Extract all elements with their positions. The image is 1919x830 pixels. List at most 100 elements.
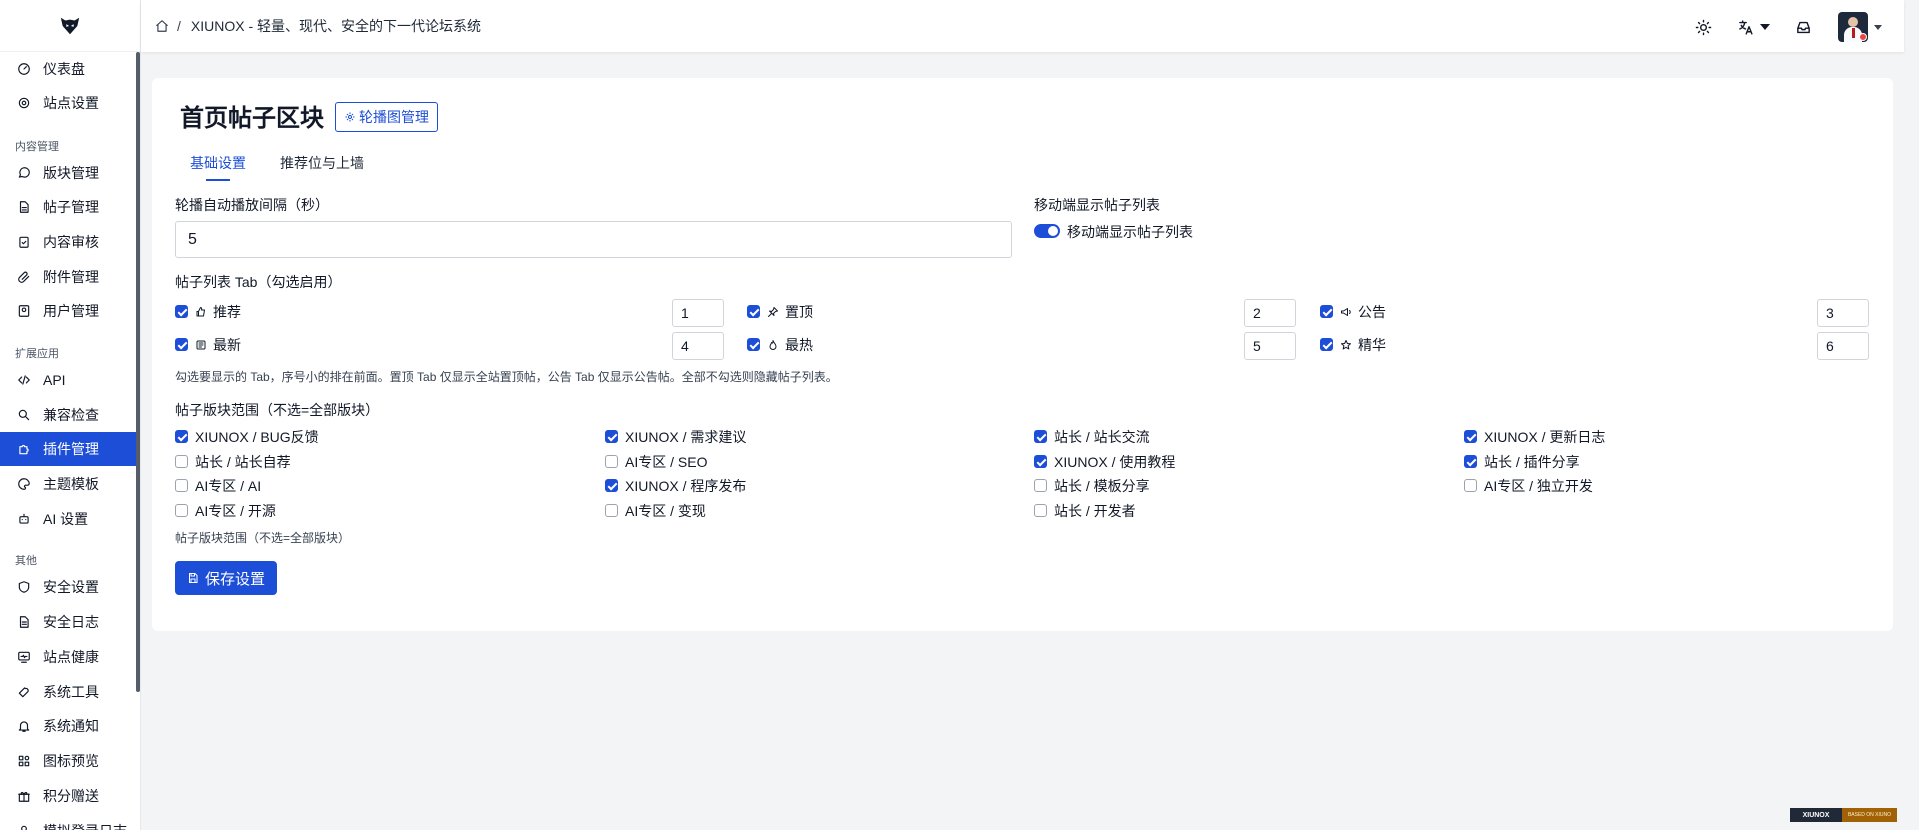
tab-item-label: 精华: [1358, 337, 1386, 353]
board-checkbox[interactable]: [175, 479, 188, 492]
sidebar-item-boards[interactable]: 版块管理: [0, 156, 136, 190]
board-checkbox[interactable]: [605, 455, 618, 468]
sidebar-item-system-tools[interactable]: 系统工具: [0, 675, 136, 709]
board-checkbox[interactable]: [1034, 504, 1047, 517]
board-checkbox[interactable]: [175, 455, 188, 468]
tab-basic-settings[interactable]: 基础设置: [190, 153, 246, 181]
tab-order-hot[interactable]: [1244, 332, 1296, 360]
sidebar-item-label: 站点健康: [43, 649, 99, 665]
sidebar-item-label: 仪表盘: [43, 61, 85, 77]
powered-by-badge[interactable]: XIUNOX BASED ON XIUNO: [1790, 808, 1897, 822]
monitor-heart-icon: [17, 650, 31, 664]
sidebar: 仪表盘 站点设置 内容管理 版块管理 帖子管理 内容审核 附件管理 用户管理 扩…: [0, 0, 141, 830]
sidebar-item-security-settings[interactable]: 安全设置: [0, 570, 136, 604]
tab-order-pinned[interactable]: [1244, 299, 1296, 327]
puzzle-icon: [17, 442, 31, 456]
thumbs-up-icon: [195, 306, 207, 318]
sidebar-item-review[interactable]: 内容审核: [0, 225, 136, 259]
board-checkbox[interactable]: [1034, 479, 1047, 492]
board-checkbox[interactable]: [175, 504, 188, 517]
tab-item-announcement: 公告: [1340, 302, 1386, 322]
home-icon[interactable]: [155, 19, 169, 33]
sidebar-item-label: API: [43, 372, 66, 388]
board-checkbox[interactable]: [1464, 430, 1477, 443]
sidebar-scrollbar[interactable]: [136, 52, 140, 692]
avatar[interactable]: [1838, 12, 1868, 42]
sidebar-item-posts[interactable]: 帖子管理: [0, 190, 136, 224]
save-icon: [189, 573, 198, 583]
language-icon[interactable]: [1736, 18, 1754, 36]
tab-item-label: 置顶: [785, 304, 813, 320]
sidebar-item-api[interactable]: API: [0, 363, 136, 397]
sidebar-item-compat-check[interactable]: 兼容检查: [0, 398, 136, 432]
sidebar-item-site-settings[interactable]: 站点设置: [0, 86, 136, 120]
user-icon: [17, 824, 31, 830]
tab-list-label: 帖子列表 Tab（勾选启用）: [175, 274, 342, 290]
interval-input[interactable]: [175, 221, 1012, 258]
tab-checkbox-featured[interactable]: [1320, 338, 1333, 351]
board-label: XIUNOX / 程序发布: [625, 478, 747, 494]
breadcrumb-title[interactable]: XIUNOX - 轻量、现代、安全的下一代论坛系统: [191, 16, 481, 36]
pin-icon: [767, 306, 779, 318]
dashboard-icon: [17, 62, 31, 76]
tab-order-featured[interactable]: [1817, 332, 1869, 360]
badge-left: XIUNOX: [1790, 808, 1842, 822]
board-checkbox[interactable]: [1464, 455, 1477, 468]
board-checkbox[interactable]: [1464, 479, 1477, 492]
sidebar-item-site-health[interactable]: 站点健康: [0, 640, 136, 674]
sidebar-item-mock-login-log[interactable]: 模拟登录日志: [0, 814, 136, 830]
sidebar-item-system-notify[interactable]: 系统通知: [0, 709, 136, 743]
save-button-label: 保存设置: [205, 570, 266, 588]
inbox-icon[interactable]: [1794, 18, 1812, 36]
sidebar-item-ai-settings[interactable]: AI 设置: [0, 502, 136, 536]
tab-order-recommend[interactable]: [672, 299, 724, 327]
status-dot: [1859, 33, 1867, 41]
board-checkbox[interactable]: [605, 504, 618, 517]
mobile-list-toggle[interactable]: [1034, 224, 1060, 238]
user-card-icon: [17, 304, 31, 318]
tab-item-recommend: 推荐: [195, 302, 241, 322]
tab-item-label: 最热: [785, 337, 813, 353]
tab-checkbox-recommend[interactable]: [175, 305, 188, 318]
board-checkbox[interactable]: [1034, 455, 1047, 468]
tab-checkbox-announcement[interactable]: [1320, 305, 1333, 318]
log-icon: [17, 615, 31, 629]
sidebar-item-themes[interactable]: 主题模板: [0, 467, 136, 501]
sidebar-item-attachments[interactable]: 附件管理: [0, 260, 136, 294]
shield-icon: [17, 580, 31, 594]
sidebar-item-label: 站点设置: [43, 95, 99, 111]
board-label: AI专区 / 独立开发: [1484, 478, 1593, 494]
code-icon: [17, 373, 31, 387]
tab-checkbox-latest[interactable]: [175, 338, 188, 351]
user-menu-caret[interactable]: [1874, 24, 1882, 30]
page-title: 首页帖子区块: [180, 105, 324, 132]
tab-order-announcement[interactable]: [1817, 299, 1869, 327]
board-checkbox[interactable]: [605, 430, 618, 443]
tab-hint: 勾选要显示的 Tab，序号小的排在前面。置顶 Tab 仅显示全站置顶帖，公告 T…: [175, 370, 838, 384]
board-checkbox[interactable]: [605, 479, 618, 492]
newspaper-icon: [195, 339, 207, 351]
logo[interactable]: [0, 0, 140, 52]
sidebar-item-icon-preview[interactable]: 图标预览: [0, 744, 136, 778]
tab-checkbox-pinned[interactable]: [747, 305, 760, 318]
tab-checkbox-hot[interactable]: [747, 338, 760, 351]
sun-icon[interactable]: [1694, 18, 1712, 36]
save-button[interactable]: 保存设置: [175, 561, 278, 595]
sidebar-item-points-gift[interactable]: 积分赠送: [0, 779, 136, 813]
gift-icon: [17, 789, 31, 803]
breadcrumb-separator: /: [177, 18, 181, 34]
board-label: 站长 / 插件分享: [1484, 454, 1580, 470]
board-checkbox[interactable]: [1034, 430, 1047, 443]
header-actions: [1672, 12, 1882, 42]
sidebar-item-label: 兼容检查: [43, 407, 99, 423]
sidebar-item-security-log[interactable]: 安全日志: [0, 605, 136, 639]
carousel-manage-button[interactable]: 轮播图管理: [335, 102, 438, 132]
sidebar-group-other: 其他: [15, 555, 37, 567]
language-dropdown-caret[interactable]: [1760, 24, 1770, 30]
board-checkbox[interactable]: [175, 430, 188, 443]
sidebar-item-users[interactable]: 用户管理: [0, 294, 136, 328]
tab-order-latest[interactable]: [672, 332, 724, 360]
sidebar-item-plugins[interactable]: 插件管理: [0, 432, 136, 466]
sidebar-item-dashboard[interactable]: 仪表盘: [0, 52, 136, 86]
tab-recommend-wall[interactable]: 推荐位与上墙: [280, 153, 364, 173]
